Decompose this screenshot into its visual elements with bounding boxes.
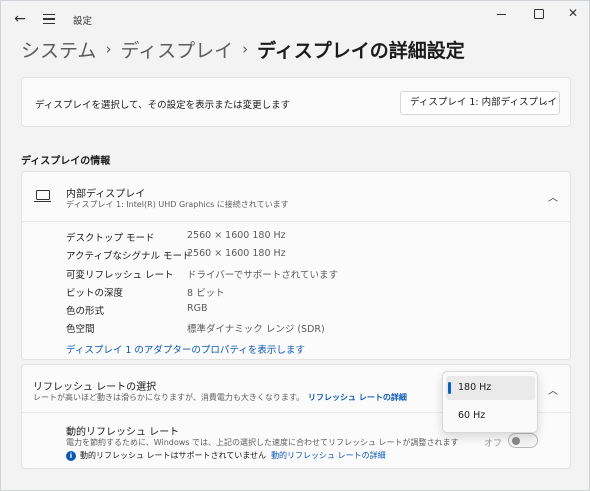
- refresh-rate-details-link[interactable]: リフレッシュ レートの詳細: [308, 393, 407, 402]
- title-bar: ← 設定 ✕: [1, 1, 589, 37]
- info-row: アクティブなシグナル モード 2560 × 1600 180 Hz: [66, 248, 338, 266]
- dynamic-refresh-details-link[interactable]: 動的リフレッシュ レートの詳細: [271, 450, 386, 461]
- display-info-subtitle: ディスプレイ 1: Intel(R) UHD Graphics に接続されていま…: [66, 200, 289, 209]
- hamburger-menu-icon[interactable]: [40, 10, 58, 28]
- settings-window: ← 設定 ✕ システム › ディスプレイ › ディスプレイの詳細設定 ディスプレ…: [0, 0, 590, 491]
- close-button[interactable]: ✕: [558, 5, 588, 23]
- info-value: 標準ダイナミック レンジ (SDR): [187, 324, 325, 336]
- display-info-title: 内部ディスプレイ: [66, 189, 146, 200]
- info-row: デスクトップ モード 2560 × 1600 180 Hz: [66, 230, 338, 248]
- monitor-icon: [34, 190, 51, 203]
- info-value: 2560 × 1600 180 Hz: [187, 248, 286, 260]
- refresh-option-60hz[interactable]: 60 Hz: [446, 404, 535, 428]
- breadcrumb-item-display[interactable]: ディスプレイ: [120, 36, 233, 63]
- info-label: 色の形式: [66, 306, 105, 318]
- info-icon: i: [66, 450, 76, 461]
- refresh-option-180hz[interactable]: 180 Hz: [446, 376, 535, 400]
- info-value: 8 ビット: [187, 287, 225, 299]
- breadcrumb: システム › ディスプレイ › ディスプレイの詳細設定: [21, 35, 465, 63]
- info-row: 可変リフレッシュ レート ドライバーでサポートされています: [66, 267, 338, 285]
- page-title: ディスプレイの詳細設定: [257, 39, 465, 62]
- info-label: 可変リフレッシュ レート: [66, 269, 174, 281]
- refresh-rate-description-text: レートが高いほど動きは滑らかになりますが、消費電力も大きくなります。: [33, 393, 305, 402]
- refresh-rate-title: リフレッシュ レートの選択: [33, 382, 157, 393]
- toggle-knob: [512, 436, 520, 445]
- info-value: ドライバーでサポートされています: [187, 269, 338, 281]
- refresh-rate-description: レートが高いほど動きは滑らかになりますが、消費電力も大きくなります。 リフレッシュ…: [33, 392, 407, 403]
- info-label: デスクトップ モード: [66, 233, 155, 244]
- dynamic-refresh-title: 動的リフレッシュ レート: [66, 427, 180, 438]
- info-row: 色空間 標準ダイナミック レンジ (SDR): [66, 321, 338, 339]
- back-arrow-icon[interactable]: ←: [11, 10, 29, 28]
- dynamic-refresh-description: 電力を節約するために、Windows では、上記の選択した速度に合わせてリフレッ…: [66, 438, 459, 447]
- toggle-state-label: オフ: [484, 439, 503, 449]
- display-select-dropdown[interactable]: ディスプレイ 1: 内部ディスプレイ ⌄: [400, 91, 560, 115]
- info-label: アクティブなシグナル モード: [66, 251, 192, 263]
- info-label: 色空間: [66, 324, 95, 336]
- display-select-label: ディスプレイを選択して、その設定を表示または変更します: [35, 100, 291, 111]
- minimize-button[interactable]: [486, 5, 516, 23]
- breadcrumb-item-system[interactable]: システム: [21, 36, 96, 63]
- dynamic-refresh-toggle[interactable]: [508, 433, 538, 448]
- chevron-up-icon[interactable]: ︿: [548, 382, 558, 397]
- dynamic-refresh-note: i 動的リフレッシュ レートはサポートされていません 動的リフレッシュ レートの…: [66, 450, 386, 461]
- info-label: ビットの深度: [66, 287, 124, 299]
- info-row: 色の形式 RGB: [66, 303, 338, 321]
- display-info-header[interactable]: 内部ディスプレイ ディスプレイ 1: Intel(R) UHD Graphics…: [22, 172, 570, 222]
- display-info-card: 内部ディスプレイ ディスプレイ 1: Intel(R) UHD Graphics…: [21, 171, 571, 360]
- info-value: RGB: [187, 303, 208, 315]
- chevron-up-icon[interactable]: ︿: [548, 189, 558, 204]
- display-info-list: デスクトップ モード 2560 × 1600 180 Hz アクティブなシグナル…: [66, 230, 338, 340]
- display-select-value: ディスプレイ 1: 内部ディスプレイ: [410, 97, 557, 108]
- chevron-down-icon: ⌄: [542, 98, 549, 107]
- dynamic-refresh-note-text: 動的リフレッシュ レートはサポートされていません: [80, 451, 267, 460]
- breadcrumb-separator-icon: ›: [105, 40, 112, 58]
- info-value: 2560 × 1600 180 Hz: [187, 230, 286, 241]
- refresh-rate-dropdown-menu: 180 Hz 60 Hz: [442, 371, 538, 433]
- maximize-button[interactable]: [523, 5, 553, 23]
- section-title: ディスプレイの情報: [21, 156, 111, 167]
- window-title: 設定: [73, 16, 93, 27]
- info-row: ビットの深度 8 ビット: [66, 285, 338, 303]
- adapter-properties-link[interactable]: ディスプレイ 1 のアダプターのプロパティを表示します: [66, 342, 305, 356]
- display-select-card: ディスプレイを選択して、その設定を表示または変更します ディスプレイ 1: 内部…: [21, 77, 571, 127]
- breadcrumb-separator-icon: ›: [242, 40, 249, 58]
